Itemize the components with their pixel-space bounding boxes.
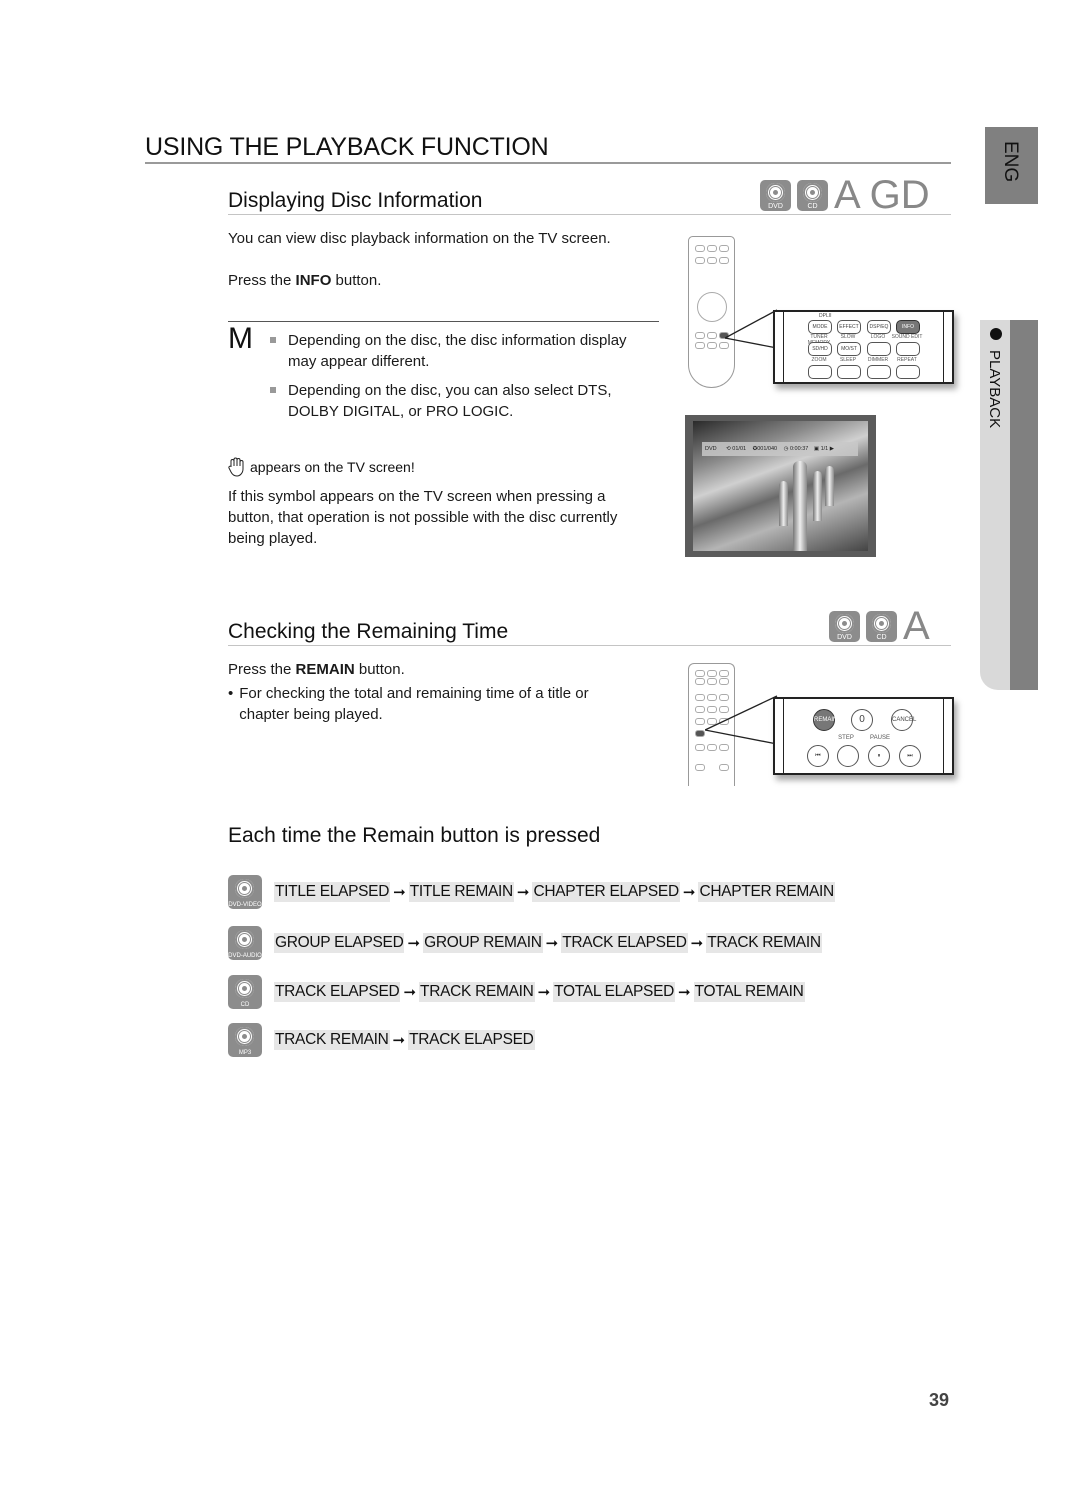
page-title: USING THE PLAYBACK FUNCTION	[145, 133, 549, 161]
disc-type-letters: A	[903, 604, 930, 648]
cd-disc-icon: CD	[866, 610, 897, 642]
remain-button-name: REMAIN	[295, 661, 355, 678]
title-counter: 01/01	[732, 446, 747, 452]
arrow-right-icon: ➞	[393, 884, 406, 901]
remote-zoom-info: DPLII MODE EFFECT DSP/EQ INFO TUNER MEMO…	[773, 310, 954, 384]
camera-angle-icon: ▣	[813, 446, 820, 452]
sequence-step: TRACK REMAIN	[419, 982, 535, 1002]
arrow-right-icon: ➞	[682, 884, 696, 901]
language-tab-label: ENG	[1000, 141, 1021, 183]
hand-stop-icon	[228, 457, 244, 477]
warning-heading: appears on the TV screen!	[228, 457, 415, 477]
dvd-video-disc-icon: DVD-VIDEO	[228, 875, 262, 909]
cancel-button[interactable]: CANCEL	[891, 709, 916, 731]
arrow-right-icon: ➞	[392, 1032, 406, 1049]
chapter-counter: 001/040	[757, 446, 778, 452]
sequence-step: CHAPTER ELAPSED	[532, 882, 680, 902]
tv-screen-image: DVD ⟲ 01/01 ✪001/040 ◷ 0:00:37 ▣ 1/1 ▶	[685, 415, 876, 557]
arrow-right-icon: ➞	[403, 984, 417, 1001]
bullet-dot-icon	[990, 328, 1002, 340]
section-title-sequence: Each time the Remain button is pressed	[228, 824, 601, 847]
sequence-step: GROUP ELAPSED	[274, 933, 405, 953]
dimmer-button[interactable]	[867, 365, 891, 379]
sequence-step: TOTAL REMAIN	[693, 982, 805, 1002]
dvd-disc-icon: DVD	[760, 179, 791, 211]
arrow-right-icon: ➞	[537, 984, 551, 1001]
mp3-disc-icon: MP3	[228, 1023, 262, 1057]
zoom-button[interactable]	[808, 365, 832, 379]
title-rule	[145, 162, 951, 164]
info-button[interactable]: INFO	[896, 320, 920, 334]
disc-compatibility-badges: DVD CD A GD	[760, 175, 930, 215]
language-tab: ENG	[985, 127, 1038, 204]
sequence-row: CD TRACK ELAPSED ➞ TRACK REMAIN ➞ TOTAL ELAPS…	[228, 975, 805, 1009]
warning-text: If this symbol appears on the TV screen …	[228, 488, 618, 547]
cd-disc-icon: CD	[797, 179, 828, 211]
sequence-step: CHAPTER REMAIN	[698, 882, 835, 902]
disc-type-letters: A GD	[834, 173, 930, 217]
repeat-button[interactable]	[896, 365, 920, 379]
cd-disc-icon: CD	[228, 975, 262, 1009]
sequence-step: TRACK REMAIN	[274, 1030, 390, 1050]
sequence-step: TOTAL ELAPSED	[553, 982, 675, 1002]
sleep-button[interactable]	[837, 365, 861, 379]
sd-hd-button[interactable]: SD/HD	[808, 342, 832, 356]
zero-button[interactable]: 0	[851, 709, 873, 731]
pause-button[interactable]: ⏸	[868, 745, 890, 767]
sequence-step: TRACK ELAPSED	[274, 982, 401, 1002]
skip-forward-button[interactable]: ⏭	[899, 745, 921, 767]
note-list: Depending on the disc, the disc informat…	[270, 330, 640, 422]
page-number: 39	[929, 1390, 950, 1410]
press-remain-instruction: Press the REMAIN button.	[228, 661, 405, 678]
dvd-audio-disc-icon: DVD-AUDIO	[228, 926, 262, 960]
mode-button[interactable]: MODE	[808, 320, 832, 334]
cactus-graphic	[793, 461, 807, 551]
sequence-step: TITLE REMAIN	[408, 882, 514, 902]
sequence-step: TRACK REMAIN	[706, 933, 822, 953]
section-title-disc-info: Displaying Disc Information	[228, 189, 483, 212]
sequence-row: DVD-AUDIO GROUP ELAPSED ➞ GROUP REMAIN ➞ TRAC…	[228, 926, 822, 960]
dvd-disc-icon: DVD	[829, 610, 860, 642]
sequence-row: MP3 TRACK REMAIN ➞ TRACK ELAPSED	[228, 1023, 535, 1057]
dsp-eq-button[interactable]: DSP/EQ	[867, 320, 891, 334]
arrow-right-icon: ➞	[516, 884, 530, 901]
arrow-right-icon: ➞	[545, 935, 559, 952]
sequence-step: GROUP REMAIN	[423, 933, 543, 953]
note-icon: M	[228, 322, 253, 355]
time-display: 0:00:37	[789, 446, 809, 452]
effect-button[interactable]: EFFECT	[837, 320, 861, 334]
remote-zoom-remain: REMAIN 0 CANCEL STEP PAUSE ⏮ ⏸ ⏭	[773, 697, 954, 775]
sequence-step: TRACK ELAPSED	[408, 1030, 535, 1050]
square-bullet-icon	[270, 387, 276, 393]
remain-button[interactable]: REMAIN	[813, 709, 837, 731]
sequence-step: TRACK ELAPSED	[561, 933, 688, 953]
note-rule	[228, 321, 659, 322]
skip-back-button[interactable]: ⏮	[807, 745, 829, 767]
chapter-tab-bar	[1010, 320, 1038, 690]
note-item: Depending on the disc, you can also sele…	[270, 380, 640, 422]
chapter-tab-label: PLAYBACK	[986, 350, 1003, 429]
mo-st-button[interactable]: MO/ST	[837, 342, 861, 356]
square-bullet-icon	[270, 337, 276, 343]
step-button[interactable]	[837, 745, 859, 767]
play-icon: ▶	[829, 446, 835, 452]
sequence-row: DVD-VIDEO TITLE ELAPSED ➞ TITLE REMAIN ➞ CHAP…	[228, 875, 835, 909]
sequence-step: TITLE ELAPSED	[274, 882, 391, 902]
arrow-right-icon: ➞	[690, 935, 704, 952]
disc-compatibility-badges: DVD CD A	[829, 606, 930, 646]
note-item: Depending on the disc, the disc informat…	[270, 330, 640, 372]
callout-lines	[705, 695, 778, 745]
info-button-name: INFO	[295, 272, 332, 289]
bullet-icon: •	[228, 685, 234, 702]
arrow-right-icon: ➞	[678, 984, 691, 1001]
arrow-right-icon: ➞	[407, 935, 421, 952]
bullet-item: • For checking the total and remaining t…	[228, 685, 589, 723]
callout-lines	[725, 309, 778, 349]
intro-text: You can view disc playback information o…	[228, 230, 611, 247]
sound-edit-button[interactable]	[896, 342, 920, 356]
section-title-remaining: Checking the Remaining Time	[228, 620, 509, 643]
logo-button[interactable]	[867, 342, 891, 356]
on-screen-display: DVD ⟲ 01/01 ✪001/040 ◷ 0:00:37 ▣ 1/1 ▶	[702, 442, 858, 456]
press-info-instruction: Press the INFO button.	[228, 272, 382, 289]
